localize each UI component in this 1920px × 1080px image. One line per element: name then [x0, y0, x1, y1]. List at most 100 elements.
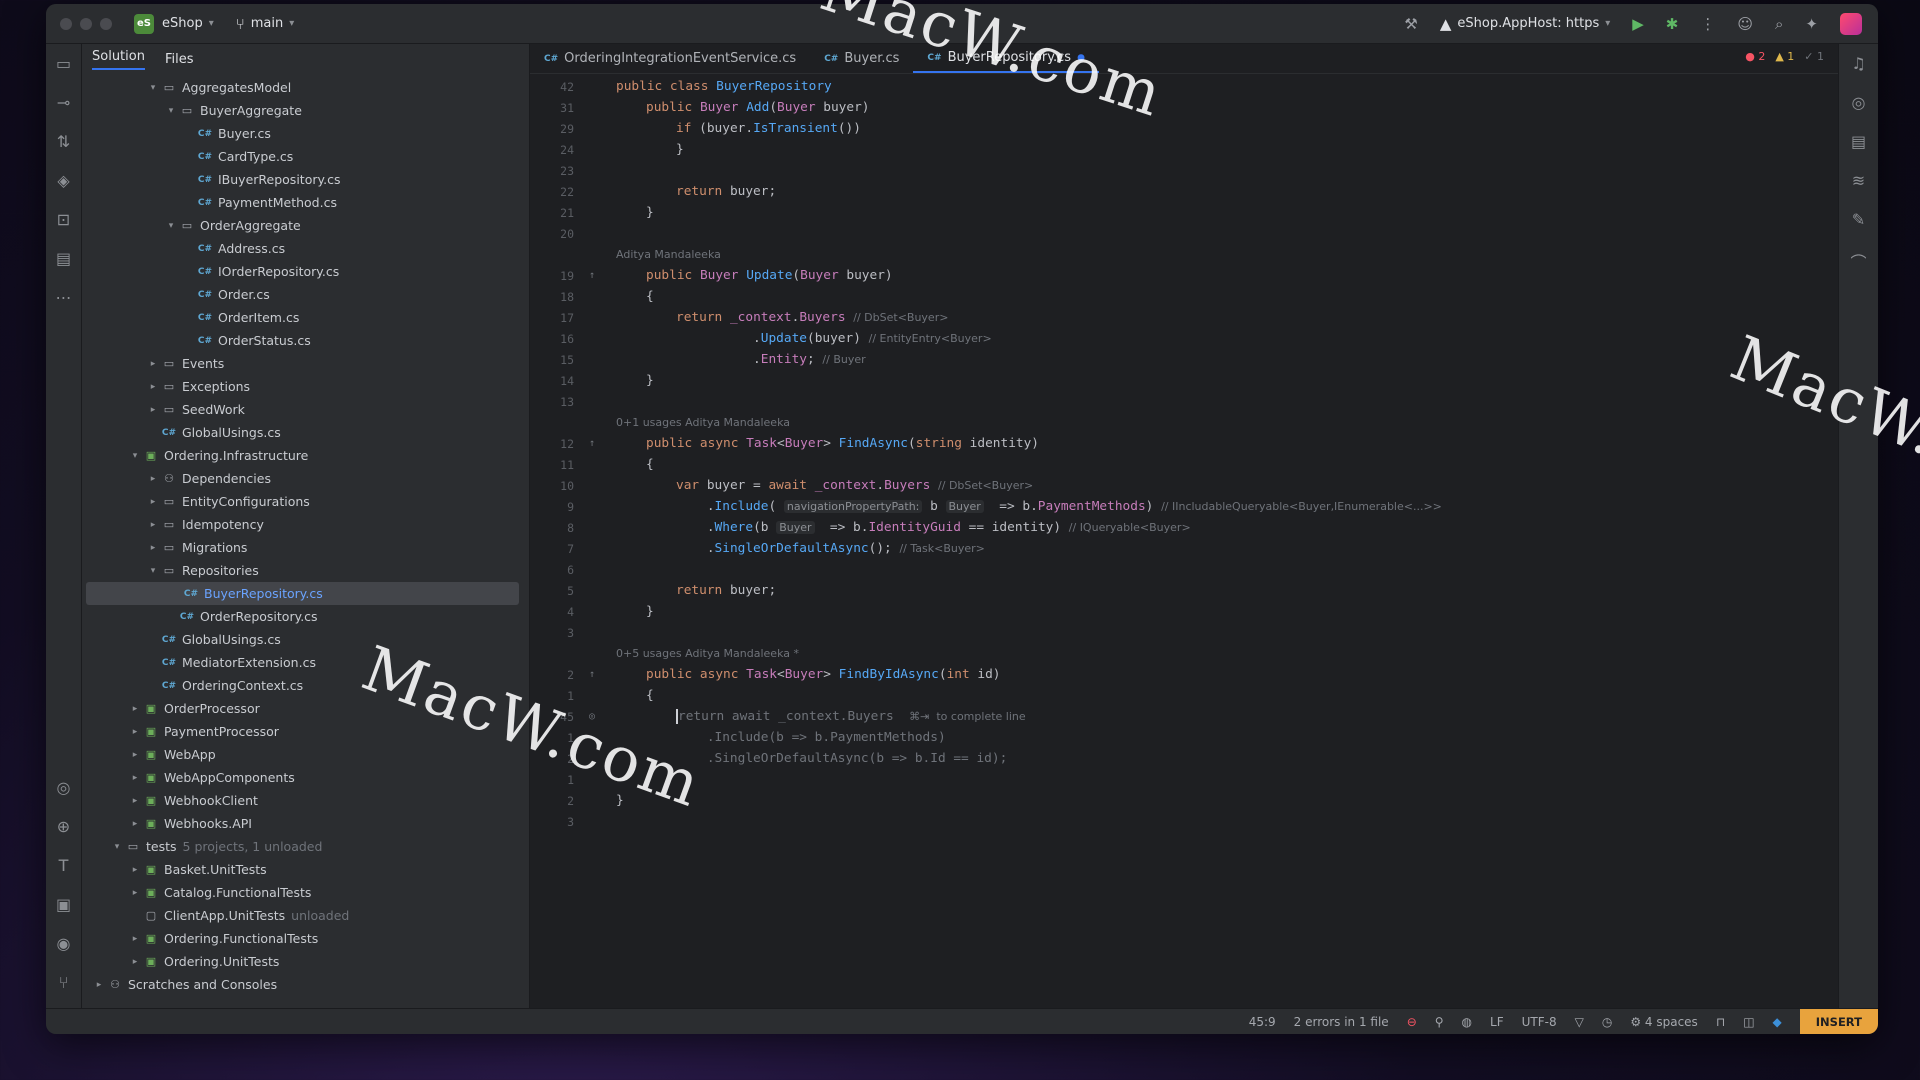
code-line[interactable]: 31 public Buyer Add(Buyer buyer) [530, 97, 1838, 118]
cursor-position[interactable]: 45:9 [1249, 1015, 1276, 1029]
database-icon[interactable]: ▤ [56, 249, 71, 268]
code-line[interactable]: 2 ↑ public async Task<Buyer> FindByIdAsync… [530, 664, 1838, 685]
inspection-profile-icon[interactable]: ◫ [1743, 1015, 1754, 1029]
chevron-right-icon[interactable]: ▸ [146, 382, 160, 392]
tree-item[interactable]: ▸ ▣ Ordering.UnitTests [82, 950, 529, 973]
pull-requests-icon[interactable]: ⇅ [57, 132, 70, 151]
tree-item[interactable]: C# Address.cs [82, 237, 529, 260]
tree-item[interactable]: C# OrderItem.cs [82, 306, 529, 329]
chevron-right-icon[interactable]: ▸ [128, 750, 142, 760]
tree-item[interactable]: ▸ ▣ Webhooks.API [82, 812, 529, 835]
code-line[interactable]: 18 { [530, 286, 1838, 307]
notifications-icon[interactable]: ♫ [1851, 54, 1865, 73]
line-ending[interactable]: LF [1490, 1015, 1504, 1029]
tree-item[interactable]: ▾ ▭ BuyerAggregate [82, 99, 529, 122]
chevron-right-icon[interactable]: ▸ [146, 543, 160, 553]
more-tools-icon[interactable]: ⋯ [56, 288, 72, 307]
chevron-down-icon[interactable]: ▾ [146, 566, 160, 576]
tree-item[interactable]: C# CardType.cs [82, 145, 529, 168]
add-user-icon[interactable]: ☺ [1737, 15, 1753, 33]
tree-item[interactable]: ▾ ▭ AggregatesModel [82, 76, 529, 99]
code-line[interactable]: 17 return _context.Buyers // DbSet<Buyer> [530, 307, 1838, 328]
tree-item[interactable]: ▸ ▭ Events [82, 352, 529, 375]
tree-item[interactable]: ▸ ▣ Basket.UnitTests [82, 858, 529, 881]
code-line[interactable]: 11 { [530, 454, 1838, 475]
chevron-right-icon[interactable]: ▸ [146, 405, 160, 415]
tree-item[interactable]: C# GlobalUsings.cs [82, 421, 529, 444]
code-line[interactable]: 16 .Update(buyer) // EntityEntry<Buyer> [530, 328, 1838, 349]
code-line[interactable]: 1 .Include(b => b.PaymentMethods) [530, 727, 1838, 748]
run-icon[interactable]: ▶ [1632, 15, 1644, 33]
code-vision-hint[interactable]: 0+5 usages Aditya Mandaleeka * [530, 643, 1838, 664]
chevron-right-icon[interactable]: ▸ [146, 520, 160, 530]
tab-files[interactable]: Files [165, 52, 194, 67]
code-line[interactable]: 8 .Where(b Buyer => b.IdentityGuid == id… [530, 517, 1838, 538]
minimize-window-button[interactable] [80, 17, 92, 30]
layers-icon[interactable]: ◈ [57, 171, 69, 190]
project-folder-icon[interactable]: ▭ [56, 54, 71, 73]
tree-item[interactable]: C# PaymentMethod.cs [82, 191, 529, 214]
code-line[interactable]: 9 .Include( navigationPropertyPath: b Bu… [530, 496, 1838, 517]
ai-assistant-icon[interactable]: ✦ [1805, 15, 1818, 33]
bookmark-icon[interactable]: ⊡ [57, 210, 70, 229]
code-line[interactable]: 3 [530, 811, 1838, 832]
plugins-icon[interactable]: ⊕ [57, 817, 70, 836]
tree-item[interactable]: C# Buyer.cs [82, 122, 529, 145]
endpoints-icon[interactable]: ≋ [1852, 171, 1865, 190]
tree-item[interactable]: ▸ ▭ Exceptions [82, 375, 529, 398]
lock-icon[interactable]: ⊓ [1716, 1015, 1725, 1029]
git-icon[interactable]: ⑂ [59, 973, 69, 992]
code-line[interactable]: 42 public class BuyerRepository [530, 76, 1838, 97]
clock-icon[interactable]: ◷ [1602, 1015, 1612, 1029]
run-configuration-selector[interactable]: ▲ eShop.AppHost: https ▾ [1440, 15, 1610, 33]
code-line[interactable]: 45 ◎ return await _context.Buyers ⌘⇥ to co… [530, 706, 1838, 727]
tree-item[interactable]: ▾ ▭ OrderAggregate [82, 214, 529, 237]
code-line[interactable]: 23 [530, 160, 1838, 181]
search-icon[interactable]: ⌕ [1775, 15, 1783, 33]
code-line[interactable]: 24} [530, 139, 1838, 160]
code-line[interactable]: 6 [530, 559, 1838, 580]
gutter-marker-icon[interactable]: ↑ [582, 669, 602, 680]
chevron-down-icon[interactable]: ▾ [146, 83, 160, 93]
tree-item[interactable]: ▾ ▣ Ordering.Infrastructure [82, 444, 529, 467]
code-line[interactable]: 12 ↑ public async Task<Buyer> FindAsync(st… [530, 433, 1838, 454]
tree-item[interactable]: C# MediatorExtension.cs [82, 651, 529, 674]
code-line[interactable]: 2 .SingleOrDefaultAsync(b => b.Id == id)… [530, 748, 1838, 769]
tree-item[interactable]: ▾ ▭ tests 5 projects, 1 unloaded [82, 835, 529, 858]
tree-item[interactable]: ▸ ▣ PaymentProcessor [82, 720, 529, 743]
editor-tab[interactable]: C# OrderingIntegrationEventService.cs [530, 44, 810, 73]
shield-icon[interactable]: ▽ [1575, 1015, 1584, 1029]
learn-icon[interactable]: ✎ [1852, 210, 1865, 229]
console-icon[interactable]: ▣ [56, 895, 71, 914]
zoom-window-button[interactable] [100, 17, 112, 30]
editor-tab[interactable]: C# BuyerRepository.cs ● [913, 44, 1099, 73]
tab-solution[interactable]: Solution [92, 49, 145, 70]
tree-item[interactable]: C# IBuyerRepository.cs [82, 168, 529, 191]
code-line[interactable]: 10 var buyer = await _context.Buyers // D… [530, 475, 1838, 496]
branch-switcher[interactable]: ⑂ main ▾ [236, 15, 295, 33]
indent-setting[interactable]: ⚙ 4 spaces [1630, 1015, 1697, 1029]
hammer-icon[interactable]: ⚒ [1404, 15, 1417, 33]
chevron-down-icon[interactable]: ▾ [110, 842, 124, 852]
tree-item[interactable]: ▸ ▭ Idempotency [82, 513, 529, 536]
problems-summary[interactable]: 2 errors in 1 file [1294, 1015, 1389, 1029]
close-window-button[interactable] [60, 17, 72, 30]
tree-item[interactable]: ▸ ▣ WebApp [82, 743, 529, 766]
code-line[interactable]: 15 .Entity; // Buyer [530, 349, 1838, 370]
readonly-icon[interactable]: ⚲ [1435, 1015, 1444, 1029]
inspection-widget[interactable]: ● 2 ▲ 1 ✓ 1 [1745, 50, 1824, 63]
code-line[interactable]: 3 [530, 622, 1838, 643]
tree-item[interactable]: ▢ ClientApp.UnitTests unloaded [82, 904, 529, 927]
tree-item[interactable]: ▸ ▣ OrderProcessor [82, 697, 529, 720]
chevron-right-icon[interactable]: ▸ [128, 819, 142, 829]
editor-tab[interactable]: C# Buyer.cs [810, 44, 913, 73]
database-icon[interactable]: ▤ [1851, 132, 1866, 151]
no-entry-icon[interactable]: ⊖ [1407, 1015, 1417, 1029]
chevron-right-icon[interactable]: ▸ [128, 888, 142, 898]
tree-item[interactable]: ▾ ▭ Repositories [82, 559, 529, 582]
commit-icon[interactable]: ⊸ [57, 93, 70, 112]
chevron-right-icon[interactable]: ▸ [128, 727, 142, 737]
terminal-icon[interactable]: T [59, 856, 69, 875]
gutter-marker-icon[interactable]: ↑ [582, 438, 602, 449]
tree-item[interactable]: C# OrderStatus.cs [82, 329, 529, 352]
